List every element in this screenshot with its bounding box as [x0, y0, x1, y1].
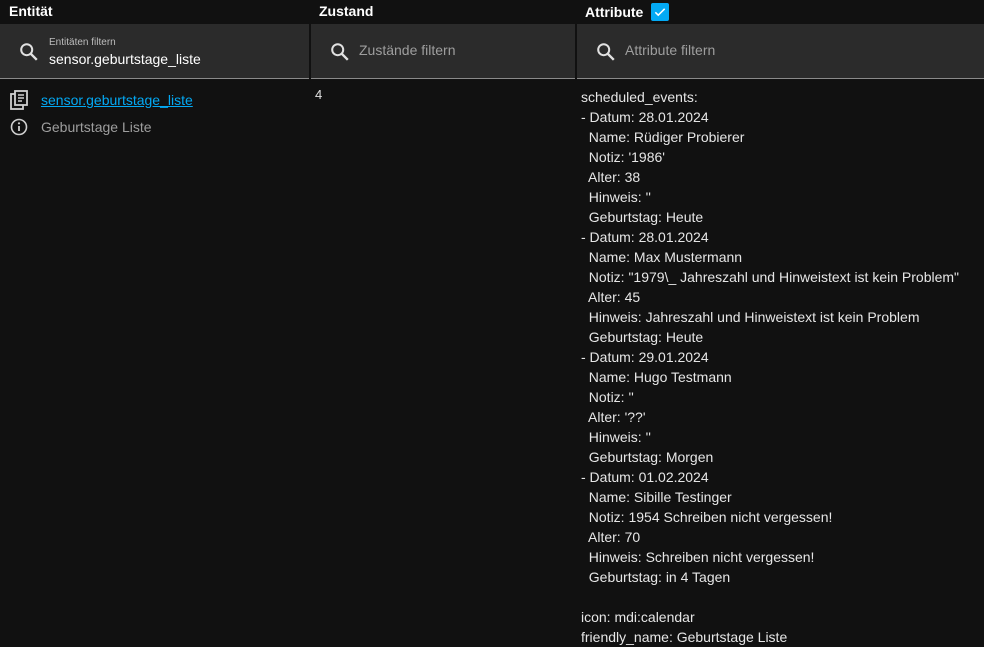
attribute-line: - Datum: 29.01.2024 [581, 349, 709, 365]
attribute-line: Notiz: '1986' [581, 149, 665, 165]
entity-name-row: Geburtstage Liste [10, 118, 152, 136]
state-filter-field[interactable]: Zustände filtern [311, 24, 575, 79]
attribute-line: Alter: 45 [581, 289, 641, 305]
attributes-filter-input[interactable]: Attribute filtern [625, 42, 715, 58]
entity-filter-input[interactable]: sensor.geburtstage_liste [49, 51, 201, 67]
attributes-checkbox[interactable] [651, 3, 670, 21]
entity-attributes: scheduled_events: - Datum: 28.01.2024 Nam… [581, 87, 959, 647]
attribute-line: scheduled_events: [581, 89, 698, 105]
attribute-line: Geburtstag: Morgen [581, 449, 714, 465]
attribute-line: Alter: 38 [581, 169, 641, 185]
attribute-line: Alter: '??' [581, 409, 646, 425]
attributes-filter-field[interactable]: Attribute filtern [577, 24, 984, 79]
attribute-line [581, 587, 959, 607]
checkmark-icon [655, 8, 666, 17]
entity-friendly-name: Geburtstage Liste [41, 119, 152, 135]
attribute-line: Name: Rüdiger Probierer [581, 129, 745, 145]
attribute-line: Geburtstag: in 4 Tagen [581, 569, 731, 585]
attribute-line: - Datum: 28.01.2024 [581, 229, 709, 245]
attribute-line: - Datum: 01.02.2024 [581, 469, 709, 485]
entity-state-value: 4 [315, 87, 323, 102]
search-icon [331, 43, 349, 61]
attribute-line: Hinweis: Jahreszahl und Hinweistext ist … [581, 309, 920, 325]
attribute-line: Notiz: "1979\_ Jahreszahl und Hinweistex… [581, 269, 960, 285]
attribute-line: icon: mdi:calendar [581, 609, 695, 625]
column-header-attributes: Attribute [585, 0, 670, 24]
entity-filter-field[interactable]: Entitäten filtern sensor.geburtstage_lis… [0, 24, 309, 79]
attribute-line: Notiz: 1954 Schreiben nicht vergessen! [581, 509, 833, 525]
state-filter-input[interactable]: Zustände filtern [359, 42, 456, 58]
attribute-line: Hinweis: Schreiben nicht vergessen! [581, 549, 815, 565]
attribute-line: Notiz: '' [581, 389, 634, 405]
attribute-line: Geburtstag: Heute [581, 209, 704, 225]
attribute-line: friendly_name: Geburtstage Liste [581, 629, 788, 645]
attribute-line: Geburtstag: Heute [581, 329, 704, 345]
attribute-line: - Datum: 28.01.2024 [581, 109, 709, 125]
entity-id-link[interactable]: sensor.geburtstage_liste [41, 92, 193, 108]
attribute-line: Name: Hugo Testmann [581, 369, 732, 385]
attribute-line: Hinweis: '' [581, 429, 651, 445]
column-header-entity: Entität [9, 3, 53, 19]
clipboard-icon[interactable] [10, 90, 28, 110]
info-icon[interactable] [10, 118, 28, 136]
attribute-line: Name: Max Mustermann [581, 249, 743, 265]
column-header-attributes-label: Attribute [585, 4, 644, 20]
entity-id-row: sensor.geburtstage_liste [10, 90, 193, 110]
column-header-state: Zustand [319, 3, 374, 19]
attribute-line: Hinweis: '' [581, 189, 651, 205]
entity-filter-label: Entitäten filtern [49, 37, 116, 48]
attribute-line: Alter: 70 [581, 529, 641, 545]
search-icon [597, 43, 615, 61]
search-icon [20, 43, 38, 61]
attribute-line: Name: Sibille Testinger [581, 489, 732, 505]
